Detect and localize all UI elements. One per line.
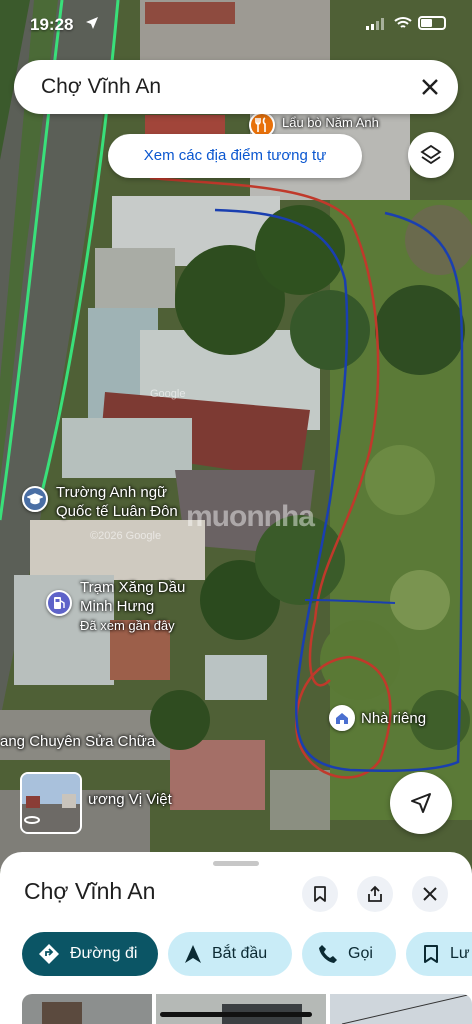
search-query[interactable]: Chợ Vĩnh An <box>41 75 161 99</box>
home-label[interactable]: Nhà riêng <box>361 710 426 727</box>
bookmark-icon <box>314 886 326 902</box>
close-icon <box>423 887 437 901</box>
school-label-1[interactable]: Trường Anh ngữ <box>56 484 167 501</box>
map-layers-button[interactable] <box>408 132 454 178</box>
battery-icon <box>418 16 446 30</box>
place-bottom-sheet[interactable]: Chợ Vĩnh An Đường đi Bắt đầu Gọi Lư <box>0 852 472 1024</box>
directions-label: Đường đi <box>70 945 138 962</box>
google-watermark-2: Google <box>150 388 186 400</box>
share-button[interactable] <box>357 876 393 912</box>
start-label: Bắt đầu <box>212 945 268 962</box>
directions-button[interactable]: Đường đi <box>22 932 158 976</box>
bookmark-icon <box>424 945 438 963</box>
gas-station-pin[interactable] <box>46 590 72 616</box>
satellite-map[interactable]: ©2026 Google Google muonnha Lẩu bò Năm A… <box>0 0 472 870</box>
clear-search-close-icon[interactable] <box>418 75 442 99</box>
action-chip-row: Đường đi Bắt đầu Gọi Lư <box>22 932 472 976</box>
school-label-2[interactable]: Quốc tế Luân Đôn <box>56 503 178 520</box>
graduation-cap-icon <box>27 493 43 505</box>
gas-station-note: Đã xem gần đây <box>80 618 175 633</box>
google-watermark: ©2026 Google <box>90 530 162 542</box>
fork-knife-icon <box>255 117 266 132</box>
navigation-arrow-icon <box>411 793 431 813</box>
cellular-signal-icon <box>366 18 384 30</box>
muonnha-watermark: muonnha <box>186 500 315 533</box>
sheet-drag-handle[interactable] <box>213 861 259 866</box>
close-sheet-button[interactable] <box>412 876 448 912</box>
place-title: Chợ Vĩnh An <box>24 878 156 904</box>
start-navigation-button[interactable]: Bắt đầu <box>168 932 292 976</box>
flavor-shop-label[interactable]: ương Vị Việt <box>88 791 172 808</box>
status-bar: 19:28 <box>0 0 472 50</box>
school-pin[interactable] <box>22 486 48 512</box>
gas-station-label-2[interactable]: Minh Hưng <box>80 598 154 615</box>
save-bookmark-button[interactable] <box>302 876 338 912</box>
call-button[interactable]: Gọi <box>302 932 396 976</box>
home-pin[interactable] <box>329 705 355 731</box>
directions-icon <box>39 944 59 964</box>
street-view-photo <box>22 774 80 832</box>
call-label: Gọi <box>348 945 373 962</box>
wifi-icon <box>394 17 412 28</box>
navigation-start-icon <box>185 945 201 963</box>
see-similar-places-chip[interactable]: Xem các địa điểm tương tự <box>108 134 362 178</box>
fuel-pump-icon <box>54 597 65 609</box>
save-label: Lư <box>450 945 470 962</box>
gas-station-label-1[interactable]: Trạm Xăng Dầu <box>80 579 185 596</box>
layers-icon <box>420 144 442 165</box>
share-icon <box>368 885 382 902</box>
my-location-button[interactable] <box>390 772 452 834</box>
home-indicator <box>160 1012 312 1017</box>
location-arrow-icon <box>86 17 98 29</box>
place-photos-strip[interactable] <box>22 994 472 1024</box>
save-button[interactable]: Lư <box>406 932 472 976</box>
restaurant-label[interactable]: Lẩu bò Năm Anh <box>282 114 379 131</box>
home-icon <box>336 713 348 724</box>
phone-icon <box>319 945 337 963</box>
search-bar[interactable]: Chợ Vĩnh An <box>14 60 458 114</box>
repair-shop-label[interactable]: ang Chuyên Sửa Chữa <box>0 733 155 750</box>
street-view-thumbnail[interactable] <box>20 772 82 834</box>
place-photos <box>22 994 472 1024</box>
clock: 19:28 <box>30 15 74 34</box>
